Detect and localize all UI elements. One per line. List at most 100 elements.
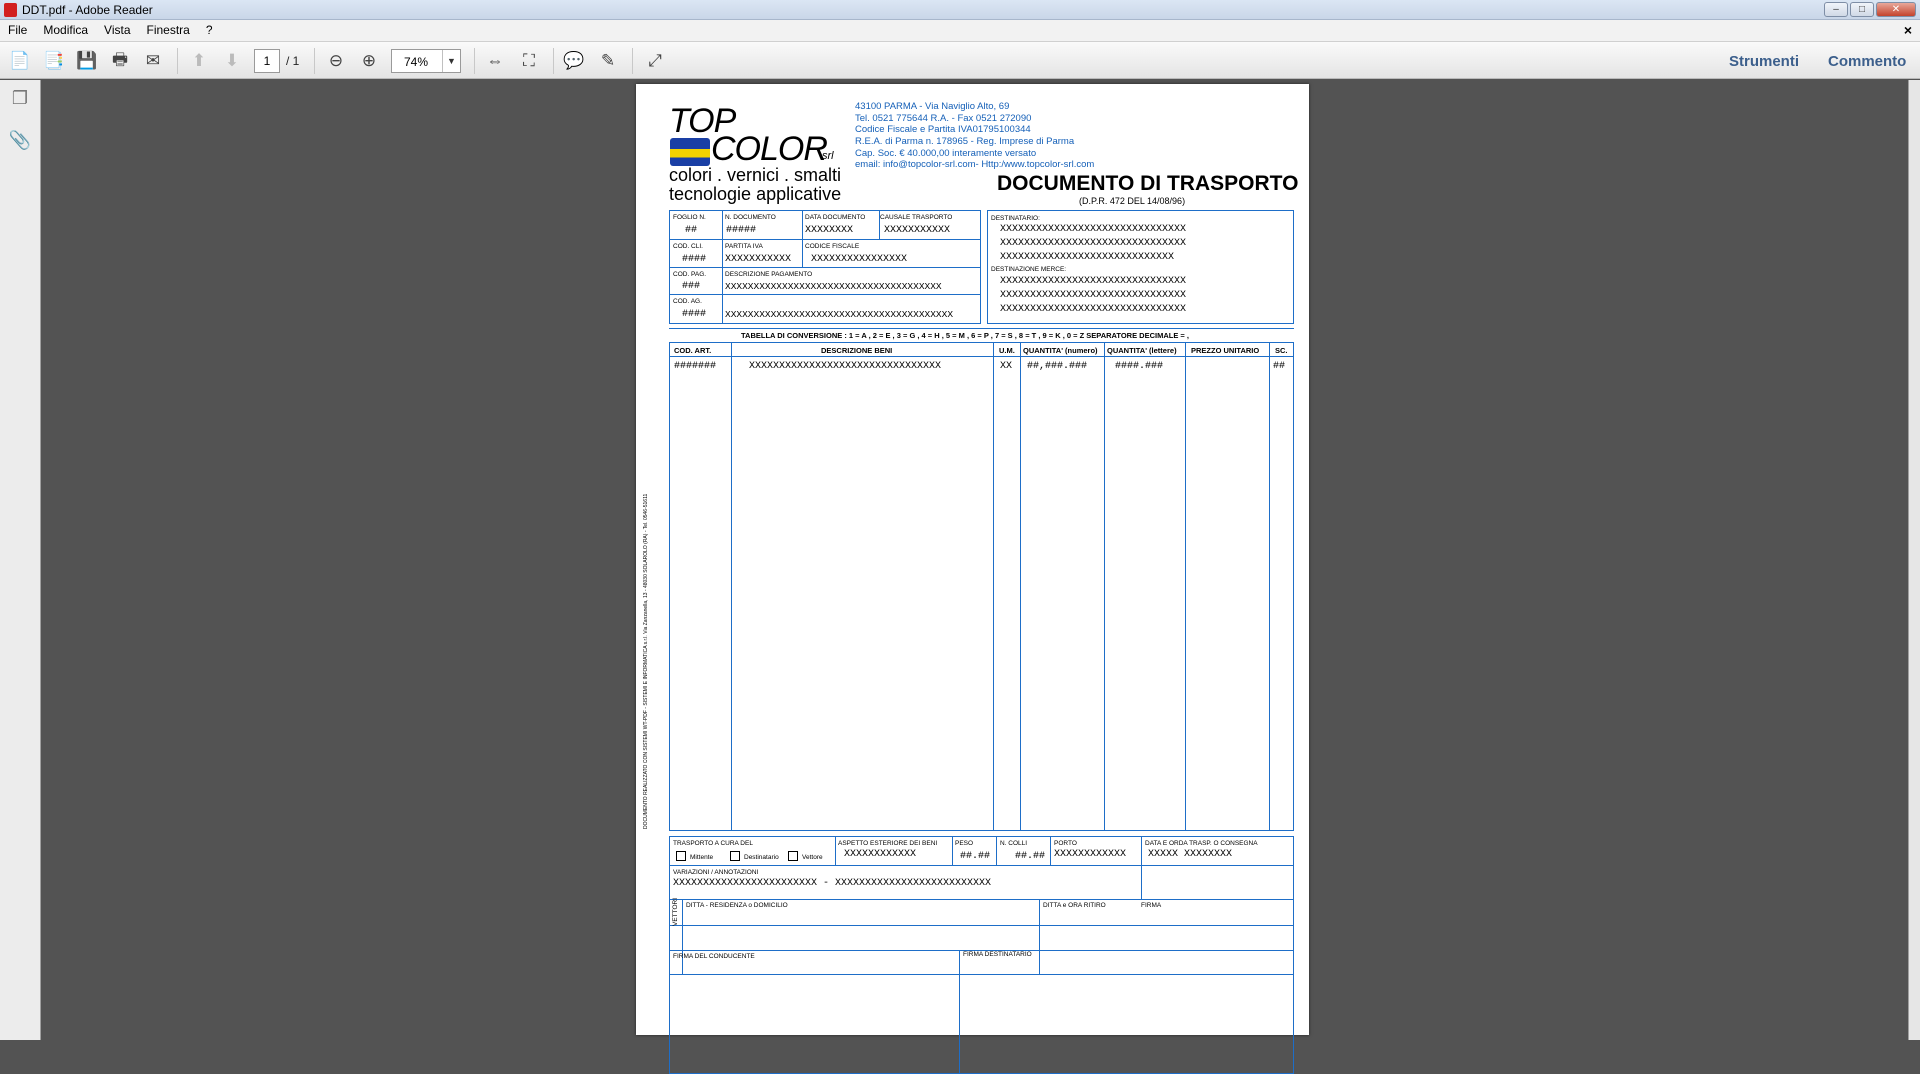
peso-value: ##.## (960, 851, 991, 862)
minimize-button[interactable]: – (1824, 2, 1848, 17)
menu-help[interactable]: ? (198, 20, 221, 37)
cell-qta-numero: ##,###.### (1027, 361, 1088, 372)
page-number-input[interactable]: 1 (254, 49, 280, 73)
destinatario-line: XXXXXXXXXXXXXXXXXXXXXXXXXXXXXXX (1000, 224, 1187, 235)
destinatario-check-label: Destinatario (744, 854, 779, 861)
next-page-icon[interactable]: ⬇ (220, 49, 244, 73)
destinazione-line: XXXXXXXXXXXXXXXXXXXXXXXXXXXXXXX (1000, 290, 1187, 301)
aspetto-label: ASPETTO ESTERIORE DEI BENI (838, 840, 938, 847)
col-descrizione: DESCRIZIONE BENI (821, 346, 893, 355)
col-qta-numero: QUANTITA' (numero) (1023, 346, 1098, 355)
variazioni-value: XXXXXXXXXXXXXXXXXXXXXXXX - XXXXXXXXXXXXX… (673, 878, 992, 889)
causale-label: CAUSALE TRASPORTO (880, 214, 953, 221)
close-document-icon[interactable]: × (1904, 22, 1912, 38)
destinatario-label: DESTINATARIO: (991, 215, 1040, 222)
destinazione-merce-label: DESTINAZIONE MERCE: (991, 266, 1067, 273)
foglio-label: FOGLIO N. (673, 214, 706, 221)
title-bar: DDT.pdf - Adobe Reader – □ ✕ (0, 0, 1920, 20)
items-table (669, 342, 1294, 831)
ndoc-value: ##### (726, 225, 757, 236)
destinatario-checkbox[interactable] (730, 851, 740, 861)
fit-width-icon[interactable]: ⇔ (483, 49, 507, 73)
ncolli-label: N. COLLI (1000, 840, 1028, 847)
foglio-value: ## (685, 225, 698, 236)
destinazione-line: XXXXXXXXXXXXXXXXXXXXXXXXXXXXXXX (1000, 304, 1187, 315)
destinatario-line: XXXXXXXXXXXXXXXXXXXXXXXXXXXXX (1000, 252, 1175, 263)
mittente-label: Mittente (690, 854, 714, 861)
previous-page-icon[interactable]: ⬆ (187, 49, 211, 73)
cell-cod-art: ####### (674, 361, 717, 372)
zoom-value: 74% (404, 55, 429, 69)
fit-page-icon[interactable]: ⛶ (517, 49, 541, 73)
save-icon[interactable]: 💾 (75, 49, 99, 73)
fullscreen-icon[interactable]: ⤢ (643, 49, 667, 73)
maximize-button[interactable]: □ (1850, 2, 1874, 17)
variazioni-label: VARIAZIONI / ANNOTAZIONI (673, 869, 759, 876)
chevron-down-icon[interactable]: ▼ (442, 50, 460, 72)
mittente-checkbox[interactable] (676, 851, 686, 861)
create-pdf-icon[interactable]: 📄 (8, 49, 32, 73)
ndoc-label: N. DOCUMENTO (725, 214, 776, 221)
page-thumbnails-icon[interactable]: ❐ (8, 88, 32, 112)
codag-value: #### (682, 309, 707, 320)
navigation-pane: ❐ 📎 (0, 80, 41, 1040)
sticky-note-icon[interactable]: 💬 (562, 49, 586, 73)
codcli-label: COD. CLI. (673, 243, 703, 250)
col-sc: SC. (1275, 346, 1288, 355)
cf-value: XXXXXXXXXXXXXXXX (811, 254, 908, 265)
col-um: U.M. (999, 346, 1015, 355)
zoom-in-icon[interactable]: ⊕ (357, 49, 381, 73)
menu-modifica[interactable]: Modifica (35, 20, 96, 37)
print-icon[interactable]: 🖶 (108, 49, 132, 73)
ncolli-value: ##.## (1015, 851, 1046, 862)
close-window-button[interactable]: ✕ (1876, 2, 1916, 17)
address-line: 43100 PARMA - Via Naviglio Alto, 69 (855, 101, 1010, 112)
menu-bar: File Modifica Vista Finestra? × (0, 20, 1920, 42)
codpag-label: COD. PAG. (673, 271, 707, 278)
vettore-checkbox[interactable] (788, 851, 798, 861)
address-line: Tel. 0521 775644 R.A. - Fax 0521 272090 (855, 113, 1032, 124)
cf-label: CODICE FISCALE (805, 243, 860, 250)
codag-label: COD. AG. (673, 298, 702, 305)
page-total: / 1 (286, 54, 300, 68)
peso-label: PESO (955, 840, 974, 847)
email-icon[interactable]: ✉ (141, 49, 165, 73)
window-title: DDT.pdf - Adobe Reader (22, 3, 153, 17)
address-line: Cap. Soc. € 40.000,00 interamente versat… (855, 148, 1037, 159)
porto-value: XXXXXXXXXXXX (1054, 849, 1127, 860)
menu-vista[interactable]: Vista (96, 20, 138, 37)
adobe-pdf-icon (4, 3, 17, 17)
destinatario-line: XXXXXXXXXXXXXXXXXXXXXXXXXXXXXXX (1000, 238, 1187, 249)
slogan-1: colori . vernici . smalti (669, 165, 842, 185)
tools-pane-button[interactable]: Strumenti (1729, 53, 1799, 70)
firma-label: FIRMA (1141, 902, 1162, 909)
zoom-select[interactable]: 74% ▼ (391, 49, 461, 73)
menu-file[interactable]: File (0, 20, 35, 37)
highlight-icon[interactable]: ✎ (596, 49, 620, 73)
attachments-icon[interactable]: 📎 (8, 130, 32, 154)
document-subtitle: (D.P.R. 472 DEL 14/08/96) (1079, 196, 1186, 206)
cell-qta-lettere: ####.### (1115, 361, 1164, 372)
dataora-label: DATA E ORDA TRASP. O CONSEGNA (1145, 840, 1258, 847)
logo-srl: srl (822, 150, 834, 162)
porto-label: PORTO (1054, 840, 1077, 847)
firma-conducente-label: FIRMA DEL CONDUCENTE (673, 953, 755, 960)
menu-finestra[interactable]: Finestra (139, 20, 198, 37)
comment-pane-button[interactable]: Commento (1828, 53, 1906, 70)
address-line: email: info@topcolor-srl.com- Http:/www.… (855, 159, 1095, 170)
cell-sc: ## (1273, 361, 1286, 372)
combine-files-icon[interactable]: 📑 (42, 49, 66, 73)
codpag-value: ### (682, 281, 701, 292)
descpag-value: XXXXXXXXXXXXXXXXXXXXXXXXXXXXXXXXXXXXXX (725, 281, 942, 292)
aspetto-value: XXXXXXXXXXXX (844, 849, 917, 860)
logo-color: COLOR (711, 130, 828, 168)
piva-label: PARTITA IVA (725, 243, 763, 250)
toolbar: 📄 📑 💾 🖶 ✉ ⬆ ⬇ 1 / 1 ⊖ ⊕ 74% ▼ ⇔ ⛶ 💬 ✎ ⤢ S… (0, 42, 1920, 79)
col-qta-lettere: QUANTITA' (lettere) (1107, 346, 1177, 355)
address-line: Codice Fiscale e Partita IVA01795100344 (855, 124, 1031, 135)
zoom-out-icon[interactable]: ⊖ (324, 49, 348, 73)
logo-wave-icon (670, 138, 710, 166)
trasporto-label: TRASPORTO A CURA DEL (673, 840, 753, 847)
right-scroll-strip[interactable] (1908, 80, 1920, 1040)
dataora-value: XXXXX XXXXXXXX (1148, 849, 1233, 860)
